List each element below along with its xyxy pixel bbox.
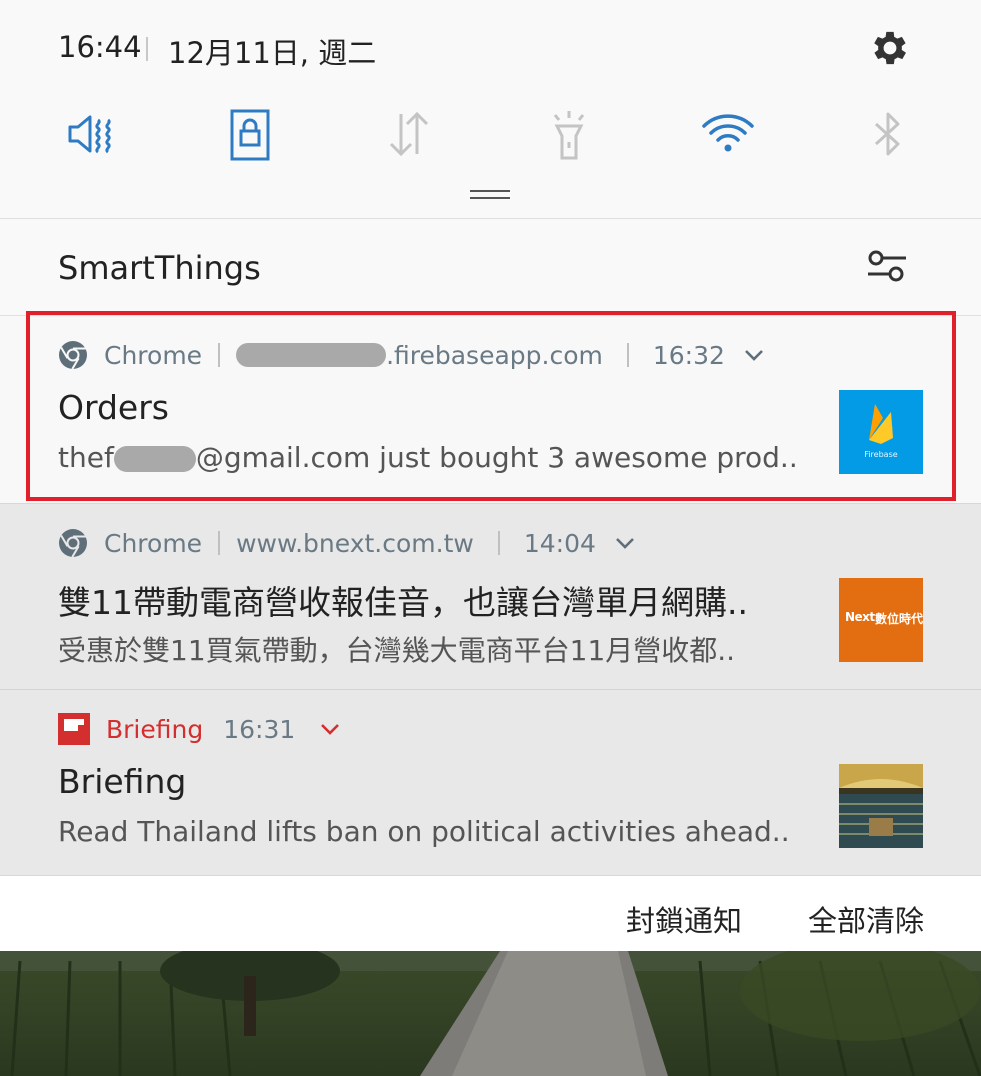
settings-button[interactable] — [868, 26, 912, 70]
chevron-down-icon[interactable] — [614, 536, 636, 550]
firebase-label: Firebase — [864, 450, 898, 459]
flipboard-icon — [58, 713, 90, 745]
notification-bnext[interactable]: Chrome www.bnext.com.tw 14:04 雙11帶動電商營收報… — [0, 503, 981, 689]
clear-all-button[interactable]: 全部清除 — [808, 898, 924, 940]
parliament-photo-icon — [839, 764, 923, 848]
bnext-label: 數位時代 — [875, 612, 924, 626]
notification-header: Chrome www.bnext.com.tw 14:04 — [58, 526, 636, 560]
source-domain: .firebaseapp.com — [386, 340, 603, 370]
toggle-mobile-data[interactable] — [377, 102, 441, 166]
notification-briefing[interactable]: Briefing 16:31 Briefing Read Thailand li… — [0, 689, 981, 875]
chevron-down-icon[interactable] — [319, 722, 341, 736]
app-name: Chrome — [104, 340, 203, 370]
home-wallpaper — [0, 951, 981, 1076]
app-name: Briefing — [106, 714, 204, 744]
firebase-logo-icon — [869, 404, 893, 444]
smartthings-title: SmartThings — [58, 249, 261, 287]
bluetooth-icon — [874, 112, 900, 156]
status-date: 12月11日, 週二 — [168, 36, 377, 70]
wifi-icon — [702, 114, 754, 152]
quick-panel: 16:44 12月11日, 週二 — [0, 0, 981, 218]
toggle-flashlight[interactable] — [537, 102, 601, 166]
text-prefix: thef — [58, 441, 114, 474]
notification-text: 受惠於雙11買氣帶動，台灣幾大電商平台11月營收都.. — [58, 634, 736, 667]
notification-header: Briefing 16:31 — [58, 712, 341, 746]
notification-title: Briefing — [58, 762, 187, 801]
bnext-thumbnail: Next 數位時代 — [839, 578, 923, 662]
toggle-sound-vibrate[interactable] — [60, 102, 124, 166]
redacted-subdomain — [236, 343, 387, 367]
briefing-thumbnail — [839, 764, 923, 848]
panel-drag-handle[interactable] — [470, 190, 510, 200]
firebase-thumbnail: Firebase — [839, 390, 923, 474]
notification-title: Orders — [58, 388, 169, 427]
block-notifications-button[interactable]: 封鎖通知 — [626, 898, 742, 940]
sliders-icon — [868, 250, 906, 282]
chrome-icon — [59, 341, 87, 370]
notification-orders[interactable]: Chrome .firebaseapp.com 16:32 Orders the… — [0, 316, 981, 503]
chevron-down-icon[interactable] — [743, 348, 765, 362]
notification-text: thef @gmail.com just bought 3 awesome pro… — [58, 441, 798, 474]
redacted-email — [113, 446, 196, 472]
gear-icon — [874, 31, 906, 65]
app-name: Chrome — [104, 528, 203, 558]
notification-time: 14:04 — [523, 528, 596, 558]
status-divider — [146, 37, 148, 61]
lock-rotation-icon — [230, 109, 270, 161]
notification-time: 16:31 — [223, 714, 296, 744]
data-arrows-icon — [389, 111, 429, 157]
vineyard-wallpaper-icon — [0, 951, 981, 1076]
smartthings-header: SmartThings — [0, 218, 981, 316]
vibrate-icon — [68, 115, 111, 154]
notification-action-bar: 封鎖通知 全部清除 — [0, 875, 981, 951]
status-time: 16:44 — [58, 30, 142, 64]
bnext-small-label: Next — [845, 610, 875, 624]
notification-settings-button[interactable] — [862, 241, 912, 291]
toggle-wifi[interactable] — [696, 102, 760, 166]
text-suffix: @gmail.com just bought 3 awesome prod.. — [195, 441, 798, 474]
notification-title: 雙11帶動電商營收報佳音，也讓台灣單月網購.. — [58, 583, 748, 622]
source-domain: www.bnext.com.tw — [236, 528, 474, 558]
notification-header: Chrome .firebaseapp.com 16:32 — [58, 338, 765, 372]
notification-text: Read Thailand lifts ban on political act… — [58, 815, 790, 848]
flashlight-icon — [553, 111, 585, 160]
notification-time: 16:32 — [652, 340, 725, 370]
toggle-bluetooth[interactable] — [856, 102, 920, 166]
toggle-screen-lock[interactable] — [218, 102, 282, 166]
chrome-icon — [59, 529, 87, 558]
